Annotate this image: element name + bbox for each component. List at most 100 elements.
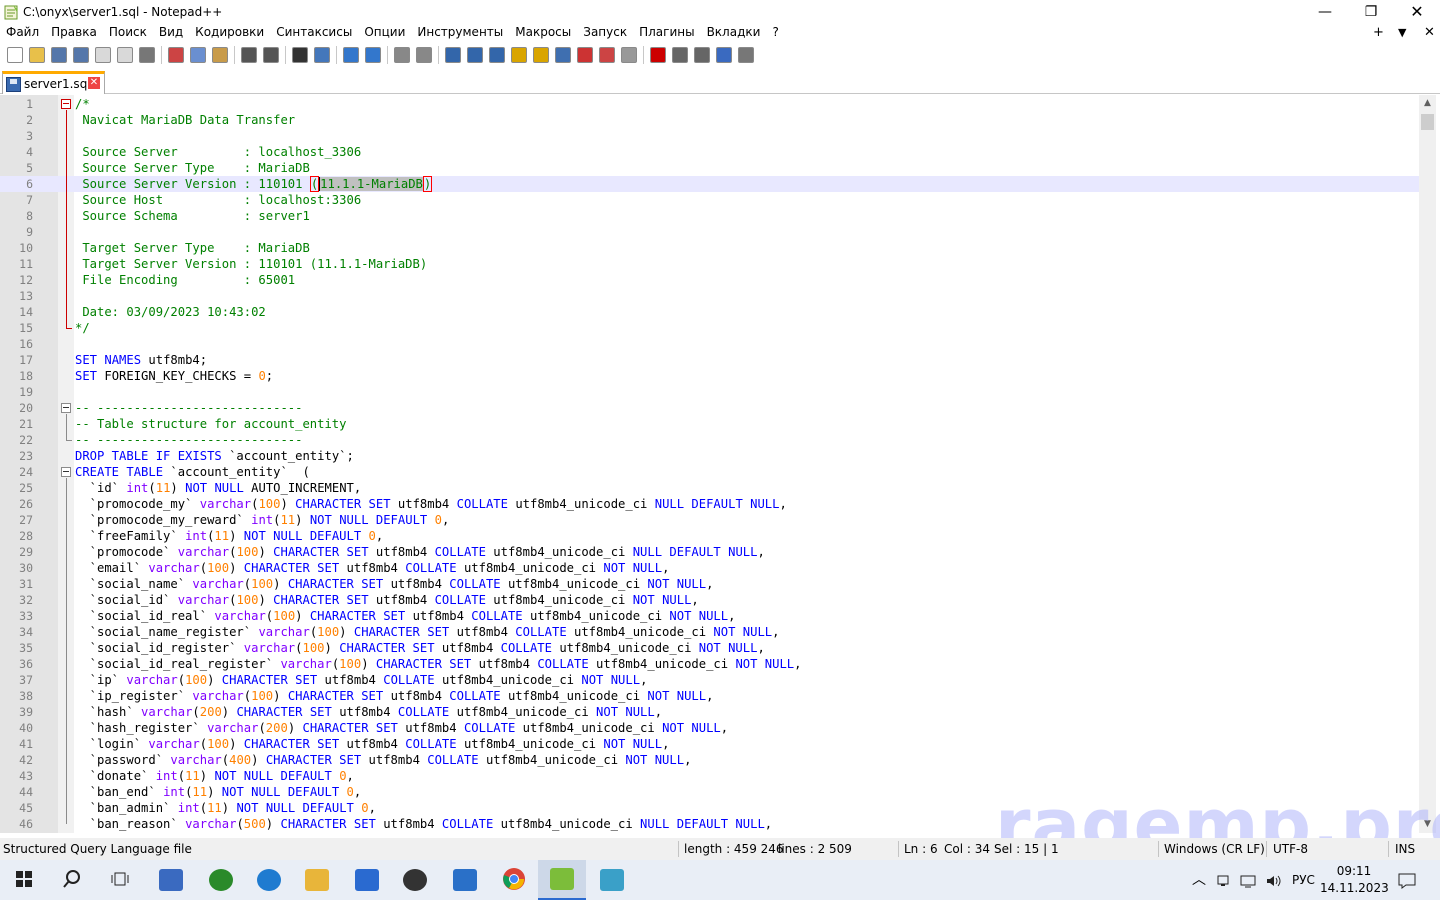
code-line[interactable]: 11 Target Server Version : 110101 (11.1.…	[0, 256, 1419, 272]
tab-server1-sql[interactable]: server1.sql ✕	[2, 71, 105, 94]
store-taskbar-button[interactable]	[343, 860, 391, 900]
code-line[interactable]: 23 DROP TABLE IF EXISTS `account_entity`;	[0, 448, 1419, 464]
scroll-thumb[interactable]	[1421, 114, 1434, 130]
code-line[interactable]: 24 CREATE TABLE `account_entity` (	[0, 464, 1419, 480]
menu-item[interactable]: Плагины	[633, 23, 700, 42]
record-macro-button[interactable]	[647, 44, 669, 66]
volume-icon[interactable]	[1265, 860, 1281, 900]
code-line[interactable]: 46 `ban_reason` varchar(500) CHARACTER S…	[0, 816, 1419, 832]
open-file-button[interactable]	[26, 44, 48, 66]
upwork-taskbar-button[interactable]	[197, 860, 245, 900]
code-line[interactable]: 10 Target Server Type : MariaDB	[0, 240, 1419, 256]
code-line[interactable]: 45 `ban_admin` int(11) NOT NULL DEFAULT …	[0, 800, 1419, 816]
new-file-button[interactable]	[4, 44, 26, 66]
code-line[interactable]: 16	[0, 336, 1419, 352]
run-macro-multiple-button[interactable]	[713, 44, 735, 66]
undo-button[interactable]	[238, 44, 260, 66]
mail-taskbar-button[interactable]	[441, 860, 489, 900]
vertical-scrollbar[interactable]: ▲ ▼	[1419, 95, 1436, 833]
close-file-button[interactable]	[92, 44, 114, 66]
status-encoding[interactable]: UTF-8	[1273, 838, 1308, 860]
folder-workspace-button[interactable]	[596, 44, 618, 66]
word-wrap-button[interactable]	[442, 44, 464, 66]
code-line[interactable]: 44 `ban_end` int(11) NOT NULL DEFAULT 0,	[0, 784, 1419, 800]
code-line[interactable]: 7 Source Host : localhost:3306	[0, 192, 1419, 208]
sync-vertical-button[interactable]	[391, 44, 413, 66]
menu-item[interactable]: Опции	[358, 23, 411, 42]
menu-item[interactable]: Файл	[0, 23, 45, 42]
code-line[interactable]: 3	[0, 128, 1419, 144]
notepad-plus-plus-taskbar-button[interactable]	[538, 860, 586, 900]
scroll-up-arrow-icon[interactable]: ▲	[1419, 95, 1436, 112]
code-line[interactable]: 4 Source Server : localhost_3306	[0, 144, 1419, 160]
close-all-button[interactable]	[114, 44, 136, 66]
steam-taskbar-button[interactable]	[391, 860, 439, 900]
code-line[interactable]: 2 Navicat MariaDB Data Transfer	[0, 112, 1419, 128]
show-all-chars-button[interactable]	[464, 44, 486, 66]
system-clock[interactable]: 09:11 14.11.2023	[1320, 863, 1389, 897]
code-line[interactable]: 20 -- ----------------------------	[0, 400, 1419, 416]
code-line[interactable]: 33 `social_id_real` varchar(100) CHARACT…	[0, 608, 1419, 624]
paste-button[interactable]	[209, 44, 231, 66]
code-line[interactable]: 35 `social_id_register` varchar(100) CHA…	[0, 640, 1419, 656]
code-line[interactable]: 30 `email` varchar(100) CHARACTER SET ut…	[0, 560, 1419, 576]
input-language[interactable]: РУС	[1292, 860, 1315, 900]
save-all-button[interactable]	[70, 44, 92, 66]
monitoring-button[interactable]	[618, 44, 640, 66]
code-line[interactable]: 22 -- ----------------------------	[0, 432, 1419, 448]
code-line[interactable]: 34 `social_name_register` varchar(100) C…	[0, 624, 1419, 640]
menu-item[interactable]: Поиск	[103, 23, 153, 42]
code-line[interactable]: 25 `id` int(11) NOT NULL AUTO_INCREMENT,	[0, 480, 1419, 496]
code-line[interactable]: 17 SET NAMES utf8mb4;	[0, 352, 1419, 368]
code-line[interactable]: 18 SET FOREIGN_KEY_CHECKS = 0;	[0, 368, 1419, 384]
zoom-in-button[interactable]	[340, 44, 362, 66]
code-line[interactable]: 37 `ip` varchar(100) CHARACTER SET utf8m…	[0, 672, 1419, 688]
tab-close-button[interactable]: ✕	[88, 77, 100, 89]
code-line[interactable]: 13	[0, 288, 1419, 304]
print-button[interactable]	[136, 44, 158, 66]
menu-item[interactable]: Макросы	[509, 23, 577, 42]
search-taskbar-button[interactable]	[48, 860, 96, 900]
doc-map-button[interactable]	[530, 44, 552, 66]
code-line[interactable]: 8 Source Schema : server1	[0, 208, 1419, 224]
code-line[interactable]: 41 `login` varchar(100) CHARACTER SET ut…	[0, 736, 1419, 752]
code-line[interactable]: 1 /*	[0, 96, 1419, 112]
menu-item[interactable]: Синтаксисы	[270, 23, 358, 42]
menu-item[interactable]: ?	[766, 23, 784, 42]
code-line[interactable]: 43 `donate` int(11) NOT NULL DEFAULT 0,	[0, 768, 1419, 784]
minimize-button[interactable]: —	[1302, 0, 1348, 23]
code-line[interactable]: 19	[0, 384, 1419, 400]
menu-item[interactable]: Запуск	[577, 23, 633, 42]
menu-item[interactable]: Вкладки	[701, 23, 767, 42]
code-line[interactable]: 40 `hash_register` varchar(200) CHARACTE…	[0, 720, 1419, 736]
scroll-down-arrow-icon[interactable]: ▼	[1419, 816, 1436, 833]
menu-item[interactable]: Кодировки	[189, 23, 270, 42]
new-tab-button[interactable]: +	[1373, 23, 1384, 42]
udl-button[interactable]	[508, 44, 530, 66]
editor[interactable]: 1/* 2 Navicat MariaDB Data Transfer 3 4 Sou…	[0, 95, 1440, 833]
save-macro-button[interactable]	[735, 44, 757, 66]
code-line[interactable]: 32 `social_id` varchar(100) CHARACTER SE…	[0, 592, 1419, 608]
notepad-taskbar-button[interactable]	[588, 860, 636, 900]
fold-toggle-icon[interactable]	[61, 467, 71, 477]
code-line[interactable]: 6 Source Server Version : 110101 (11.1.1…	[0, 176, 1419, 192]
code-line[interactable]: 9	[0, 224, 1419, 240]
task-view-taskbar-button[interactable]	[96, 860, 144, 900]
code-line[interactable]: 26 `promocode_my` varchar(100) CHARACTER…	[0, 496, 1419, 512]
tab-list-button[interactable]: ▼	[1398, 23, 1406, 42]
start-taskbar-button[interactable]	[0, 860, 48, 900]
cut-button[interactable]	[165, 44, 187, 66]
code-line[interactable]: 29 `promocode` varchar(100) CHARACTER SE…	[0, 544, 1419, 560]
find-button[interactable]	[289, 44, 311, 66]
code-line[interactable]: 21 -- Table structure for account_entity	[0, 416, 1419, 432]
doc-list-button[interactable]	[552, 44, 574, 66]
code-line[interactable]: 28 `freeFamily` int(11) NOT NULL DEFAULT…	[0, 528, 1419, 544]
code-line[interactable]: 12 File Encoding : 65001	[0, 272, 1419, 288]
code-line[interactable]: 42 `password` varchar(400) CHARACTER SET…	[0, 752, 1419, 768]
redo-button[interactable]	[260, 44, 282, 66]
tray-device-icon[interactable]	[1216, 860, 1230, 900]
play-macro-button[interactable]	[691, 44, 713, 66]
code-line[interactable]: 5 Source Server Type : MariaDB	[0, 160, 1419, 176]
code-line[interactable]: 27 `promocode_my_reward` int(11) NOT NUL…	[0, 512, 1419, 528]
code-line[interactable]: 36 `social_id_real_register` varchar(100…	[0, 656, 1419, 672]
